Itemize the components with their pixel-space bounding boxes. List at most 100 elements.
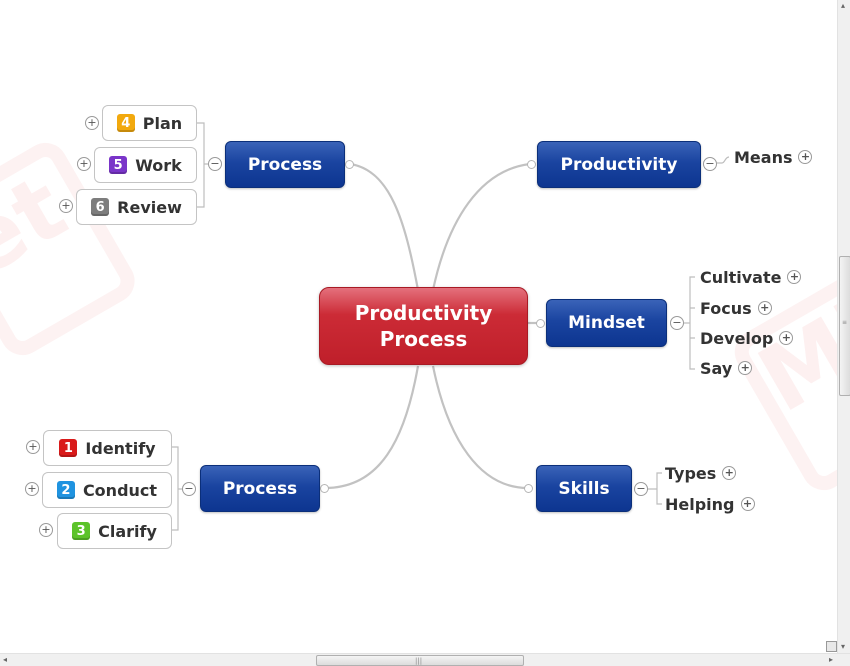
expand-develop-toggle[interactable]: + bbox=[779, 331, 794, 345]
central-topic-line1: Productivity bbox=[354, 301, 493, 325]
plus-icon: + bbox=[742, 497, 753, 510]
anchor-process-top bbox=[345, 160, 354, 169]
bracket-skills bbox=[648, 472, 662, 505]
scroll-up-arrow-icon[interactable]: ▴ bbox=[841, 2, 845, 10]
topic-skills[interactable]: Skills bbox=[536, 465, 632, 512]
grip-icon: ≡ bbox=[842, 319, 848, 326]
vertical-scroll-thumb[interactable]: ≡ bbox=[839, 256, 850, 396]
expand-work-toggle[interactable]: + bbox=[77, 157, 91, 171]
topic-process-bottom-label: Process bbox=[222, 478, 298, 499]
subtopic-clarify-label: Clarify bbox=[98, 521, 157, 541]
subtopic-types[interactable]: Types + bbox=[665, 463, 737, 483]
connector-center-process-bottom bbox=[324, 365, 420, 490]
horizontal-scrollbar[interactable]: ◂ ||| ▸ bbox=[0, 653, 850, 666]
anchor-process-bottom bbox=[320, 484, 329, 493]
subtopic-develop[interactable]: Develop + bbox=[700, 328, 794, 348]
priority-5-icon: 5 bbox=[109, 156, 128, 174]
expand-focus-toggle[interactable]: + bbox=[757, 301, 772, 315]
topic-process-bottom[interactable]: Process bbox=[200, 465, 320, 512]
plus-icon: + bbox=[87, 116, 97, 129]
subtopic-work[interactable]: 5 Work bbox=[94, 147, 197, 183]
plus-icon: + bbox=[28, 440, 38, 453]
plus-icon: + bbox=[61, 199, 71, 212]
connector-center-process-top bbox=[349, 162, 420, 291]
topic-productivity[interactable]: Productivity bbox=[537, 141, 701, 188]
collapse-skills-toggle[interactable]: − bbox=[634, 482, 648, 496]
minus-icon: − bbox=[210, 157, 220, 170]
anchor-mindset bbox=[536, 319, 545, 328]
plus-icon: + bbox=[789, 270, 800, 283]
subtopic-clarify[interactable]: 3 Clarify bbox=[57, 513, 172, 549]
subtopic-helping[interactable]: Helping + bbox=[665, 494, 755, 514]
expand-plan-toggle[interactable]: + bbox=[85, 116, 99, 130]
expand-means-toggle[interactable]: + bbox=[798, 150, 813, 164]
minus-icon: − bbox=[184, 482, 194, 495]
subtopic-plan-label: Plan bbox=[142, 113, 183, 133]
priority-1-icon: 1 bbox=[59, 439, 78, 457]
subtopic-means[interactable]: Means + bbox=[734, 147, 813, 167]
vertical-scrollbar[interactable]: ▴ ≡ ▾ bbox=[837, 0, 850, 653]
priority-3-icon: 3 bbox=[72, 522, 91, 540]
bracket-mindset bbox=[684, 276, 695, 370]
expand-clarify-toggle[interactable]: + bbox=[39, 523, 53, 537]
central-topic-line2: Process bbox=[379, 327, 468, 351]
priority-4-icon: 4 bbox=[116, 114, 135, 132]
subtopic-cultivate[interactable]: Cultivate + bbox=[700, 267, 802, 287]
bracket-process-bottom bbox=[171, 446, 182, 531]
topic-process-top[interactable]: Process bbox=[225, 141, 345, 188]
expand-helping-toggle[interactable]: + bbox=[740, 497, 755, 511]
bracket-productivity bbox=[717, 156, 730, 164]
scroll-down-arrow-icon[interactable]: ▾ bbox=[841, 643, 845, 651]
subtopic-focus[interactable]: Focus + bbox=[700, 298, 772, 318]
minus-icon: − bbox=[705, 157, 715, 170]
priority-2-icon: 2 bbox=[56, 481, 75, 499]
subtopic-conduct[interactable]: 2 Conduct bbox=[42, 472, 172, 508]
expand-review-toggle[interactable]: + bbox=[59, 199, 73, 213]
topic-process-top-label: Process bbox=[247, 154, 323, 175]
expand-cultivate-toggle[interactable]: + bbox=[787, 270, 802, 284]
collapse-process-bottom-toggle[interactable]: − bbox=[182, 482, 196, 496]
expand-conduct-toggle[interactable]: + bbox=[25, 482, 39, 496]
connector-center-skills bbox=[431, 365, 529, 490]
subtopic-means-label: Means bbox=[734, 147, 793, 167]
subtopic-say[interactable]: Say + bbox=[700, 358, 753, 378]
plus-icon: + bbox=[27, 482, 37, 495]
subtopic-review-label: Review bbox=[117, 197, 182, 217]
collapse-process-top-toggle[interactable]: − bbox=[208, 157, 222, 171]
minus-icon: − bbox=[672, 316, 682, 329]
central-topic[interactable]: Productivity Process bbox=[319, 287, 528, 365]
plus-icon: + bbox=[740, 361, 750, 374]
subtopic-review[interactable]: 6 Review bbox=[76, 189, 197, 225]
subtopic-develop-label: Develop bbox=[700, 328, 774, 348]
subtopic-conduct-label: Conduct bbox=[82, 480, 158, 500]
subtopic-say-label: Say bbox=[700, 358, 733, 378]
expand-say-toggle[interactable]: + bbox=[738, 361, 753, 375]
plus-icon: + bbox=[800, 150, 811, 163]
collapse-productivity-toggle[interactable]: − bbox=[703, 157, 717, 171]
collapse-mindset-toggle[interactable]: − bbox=[670, 316, 684, 330]
subtopic-identify-label: Identify bbox=[85, 438, 156, 458]
plus-icon: + bbox=[41, 523, 51, 536]
subtopic-types-label: Types bbox=[665, 463, 717, 483]
anchor-skills bbox=[524, 484, 533, 493]
topic-mindset[interactable]: Mindset bbox=[546, 299, 667, 347]
fit-view-button[interactable] bbox=[826, 641, 837, 652]
subtopic-helping-label: Helping bbox=[665, 494, 735, 514]
minus-icon: − bbox=[636, 482, 646, 495]
expand-identify-toggle[interactable]: + bbox=[26, 440, 40, 454]
plus-icon: + bbox=[760, 301, 770, 314]
horizontal-scroll-thumb[interactable]: ||| bbox=[316, 655, 524, 666]
expand-types-toggle[interactable]: + bbox=[722, 466, 737, 480]
topic-skills-label: Skills bbox=[558, 478, 610, 499]
plus-icon: + bbox=[724, 466, 734, 479]
subtopic-work-label: Work bbox=[135, 155, 182, 175]
grip-icon: ||| bbox=[415, 657, 423, 665]
bracket-process-top bbox=[196, 122, 208, 208]
subtopic-plan[interactable]: 4 Plan bbox=[102, 105, 197, 141]
scroll-left-arrow-icon[interactable]: ◂ bbox=[3, 656, 7, 664]
plus-icon: + bbox=[781, 331, 791, 344]
subtopic-identify[interactable]: 1 Identify bbox=[43, 430, 172, 466]
anchor-productivity bbox=[527, 160, 536, 169]
scroll-right-arrow-icon[interactable]: ▸ bbox=[829, 656, 833, 664]
mind-map-canvas[interactable]: et Mi Productivity Process Process − 4 P… bbox=[0, 0, 837, 653]
